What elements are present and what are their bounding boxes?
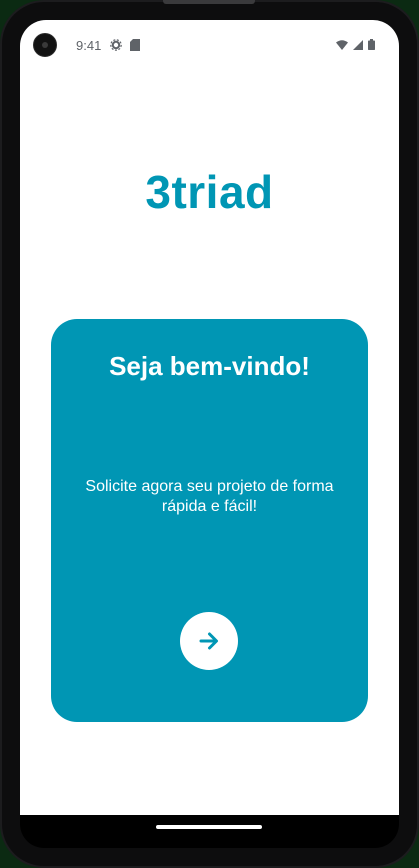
speaker-grille bbox=[163, 0, 255, 4]
welcome-title: Seja bem-vindo! bbox=[109, 351, 310, 381]
sd-card-icon bbox=[130, 39, 140, 51]
navigation-bar bbox=[20, 815, 399, 848]
settings-icon bbox=[110, 39, 122, 51]
wifi-icon bbox=[336, 39, 348, 50]
arrow-right-icon bbox=[199, 632, 218, 650]
battery-icon bbox=[368, 39, 375, 50]
cellular-signal-icon bbox=[353, 39, 363, 50]
front-camera bbox=[33, 33, 57, 57]
status-right-icons bbox=[336, 39, 375, 50]
next-button[interactable] bbox=[180, 612, 238, 670]
welcome-text: Solicite agora seu projeto de forma rápi… bbox=[85, 478, 334, 515]
home-indicator[interactable] bbox=[156, 825, 262, 829]
phone-frame: 9:41 3triad Seja bem-vindo! Solicite ago… bbox=[0, 0, 419, 868]
app-screen: 9:41 3triad Seja bem-vindo! Solicite ago… bbox=[20, 20, 399, 815]
status-time: 9:41 bbox=[76, 38, 102, 53]
brand-title: 3triad bbox=[145, 166, 274, 218]
status-left-icons bbox=[110, 39, 140, 51]
welcome-card: Seja bem-vindo! Solicite agora seu proje… bbox=[51, 319, 368, 722]
